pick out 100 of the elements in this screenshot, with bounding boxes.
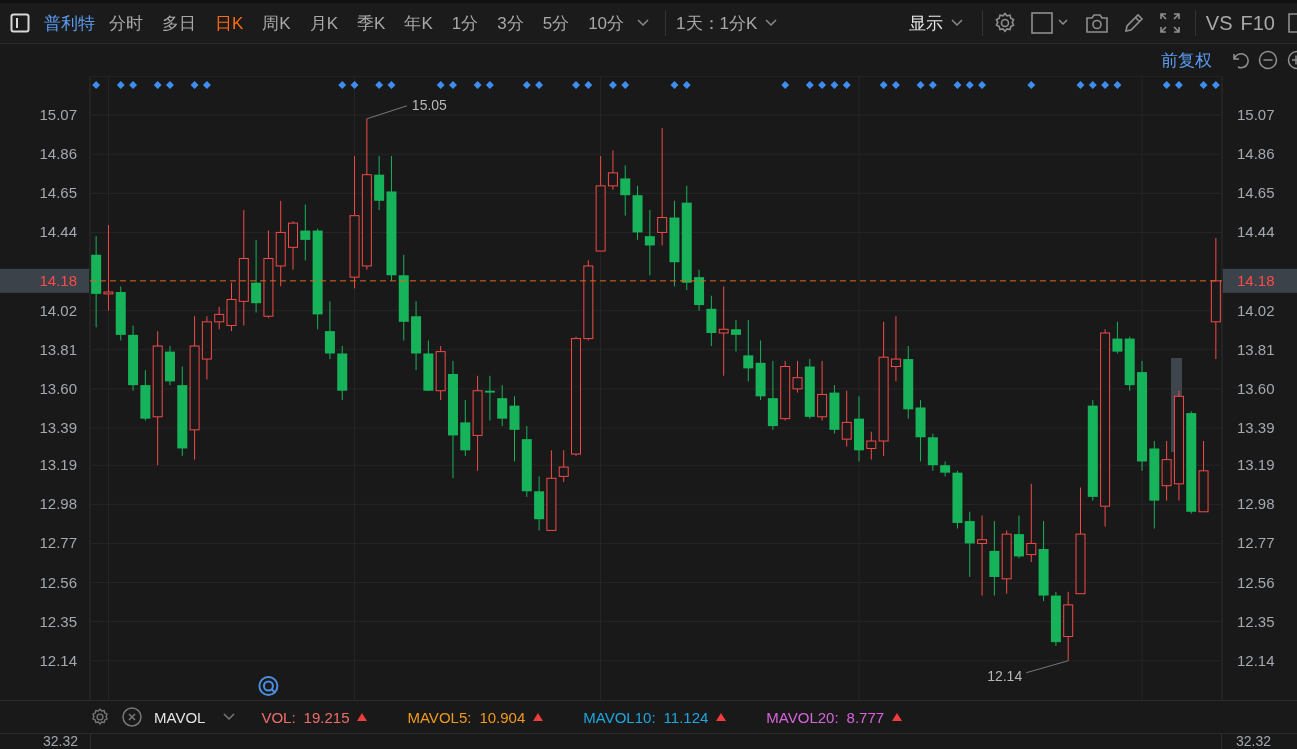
candlestick	[288, 220, 298, 271]
indicator-label: MAVOL20:	[766, 708, 839, 726]
candlestick	[731, 319, 741, 353]
low-label: 12.14	[987, 667, 1023, 684]
indicator-value: 19.215	[303, 708, 350, 726]
axis-label: 32.32	[1235, 734, 1273, 749]
candlestick	[128, 325, 139, 392]
axis-label: 12.35	[39, 612, 77, 630]
axis-label: 13.39	[1237, 418, 1275, 436]
axis-label: 12.35	[1237, 612, 1275, 630]
sidebar-toggle-icon[interactable]	[10, 13, 30, 33]
axis-label: 12.14	[1237, 651, 1275, 669]
indicator-label: VOL:	[261, 708, 296, 726]
display-dropdown[interactable]: 显示	[908, 11, 963, 35]
caret-icon	[950, 19, 963, 27]
ref-line-label: 14.18	[39, 271, 77, 289]
axis-label: 14.65	[1237, 184, 1275, 202]
axis-label: 14.02	[1237, 301, 1275, 319]
candlestick	[964, 511, 975, 578]
caret-icon	[765, 19, 778, 27]
candlestick	[743, 319, 754, 382]
candlestick	[337, 345, 348, 401]
axis-label: 12.77	[39, 534, 77, 552]
candlestick	[841, 390, 852, 448]
axis-label: 14.44	[39, 223, 77, 241]
range-dropdown[interactable]: 1天：1分K	[676, 11, 778, 35]
candlestick	[1014, 515, 1024, 559]
candlestick	[817, 360, 828, 421]
period-tab[interactable]: 季K	[357, 11, 386, 35]
axis-label: 12.77	[1237, 534, 1275, 552]
candlestick	[829, 384, 840, 435]
pencil-icon[interactable]	[1122, 12, 1145, 34]
candlestick	[620, 164, 631, 217]
candlestick	[854, 395, 864, 462]
axis-label: 15.07	[1237, 106, 1275, 124]
stock-name: 普利特	[44, 12, 95, 35]
axis-label: 13.81	[1237, 340, 1275, 358]
leader-line	[1025, 660, 1069, 674]
axis-label: 14.65	[39, 184, 77, 202]
axis-label: 12.98	[39, 495, 77, 513]
indicator-value: 11.124	[663, 708, 709, 726]
fullscreen-icon[interactable]	[1158, 12, 1181, 34]
axis-label: 14.86	[1237, 145, 1275, 163]
axis-label: 12.14	[39, 651, 77, 669]
settings-icon[interactable]	[992, 11, 1017, 35]
axis-label: 13.19	[39, 456, 77, 474]
compare-button[interactable]: VS	[1205, 11, 1233, 35]
f10-button[interactable]: F10	[1240, 11, 1275, 35]
period-tab[interactable]: 日K	[215, 11, 244, 35]
indicator-name[interactable]: MAVOL	[154, 708, 206, 726]
zoom-in-icon[interactable]	[1286, 50, 1297, 70]
at-sign-icon[interactable]	[258, 676, 279, 696]
caret-icon[interactable]	[637, 19, 650, 27]
candlestick	[644, 209, 655, 276]
undo-icon[interactable]	[1230, 50, 1250, 70]
axis-label: 13.39	[39, 418, 77, 436]
indicator-label: MAVOL10:	[583, 708, 656, 726]
price-tag: 14.18	[1223, 268, 1297, 293]
leader-line	[366, 105, 408, 120]
candlestick	[411, 300, 422, 371]
axis-label: 14.44	[1237, 223, 1275, 241]
axis-label: 12.56	[1237, 573, 1275, 591]
axis-label: 14.02	[39, 301, 77, 319]
indicator-value: 8.777	[846, 708, 885, 726]
period-tab[interactable]: 多日	[162, 11, 196, 35]
indicator-value: 10.904	[479, 708, 526, 726]
caret-icon[interactable]	[223, 713, 236, 721]
indicator-label: MAVOL5:	[407, 708, 472, 726]
close-icon[interactable]	[122, 707, 142, 727]
period-tab[interactable]: 年K	[404, 11, 433, 35]
candlestick	[632, 185, 643, 241]
adjust-button[interactable]: 前复权	[1161, 48, 1212, 72]
period-tab[interactable]: 1分	[451, 11, 479, 35]
high-label: 15.05	[411, 96, 447, 113]
axis-label: 13.60	[1237, 379, 1275, 397]
candlestick	[694, 269, 705, 312]
period-tab[interactable]: 分时	[109, 11, 143, 35]
axis-label: 32.32	[41, 734, 79, 749]
axis-label: 14.86	[39, 145, 77, 163]
camera-icon[interactable]	[1084, 12, 1109, 34]
axis-label: 15.07	[39, 106, 77, 124]
period-tab[interactable]: 3分	[497, 11, 524, 35]
zoom-out-icon[interactable]	[1258, 50, 1278, 70]
candlestick	[1001, 529, 1012, 595]
axis-label: 12.98	[1237, 495, 1275, 513]
candlestick	[423, 339, 434, 392]
candlestick	[165, 345, 175, 386]
square-dropdown-icon[interactable]	[1030, 12, 1071, 34]
candlestick	[755, 339, 766, 401]
axis-label: 13.81	[39, 340, 77, 358]
axis-label: 13.60	[39, 379, 77, 397]
price-tag: 14.18	[0, 268, 89, 293]
period-tab[interactable]: 周K	[262, 11, 291, 35]
axis-label: 13.19	[1237, 456, 1275, 474]
settings-icon[interactable]	[90, 707, 110, 727]
period-tab[interactable]: 5分	[542, 11, 570, 35]
period-tab[interactable]: 月K	[309, 11, 339, 35]
period-tab[interactable]: 10分	[588, 11, 625, 35]
axis-label: 12.56	[39, 573, 77, 591]
event-markers[interactable]	[92, 81, 1220, 89]
